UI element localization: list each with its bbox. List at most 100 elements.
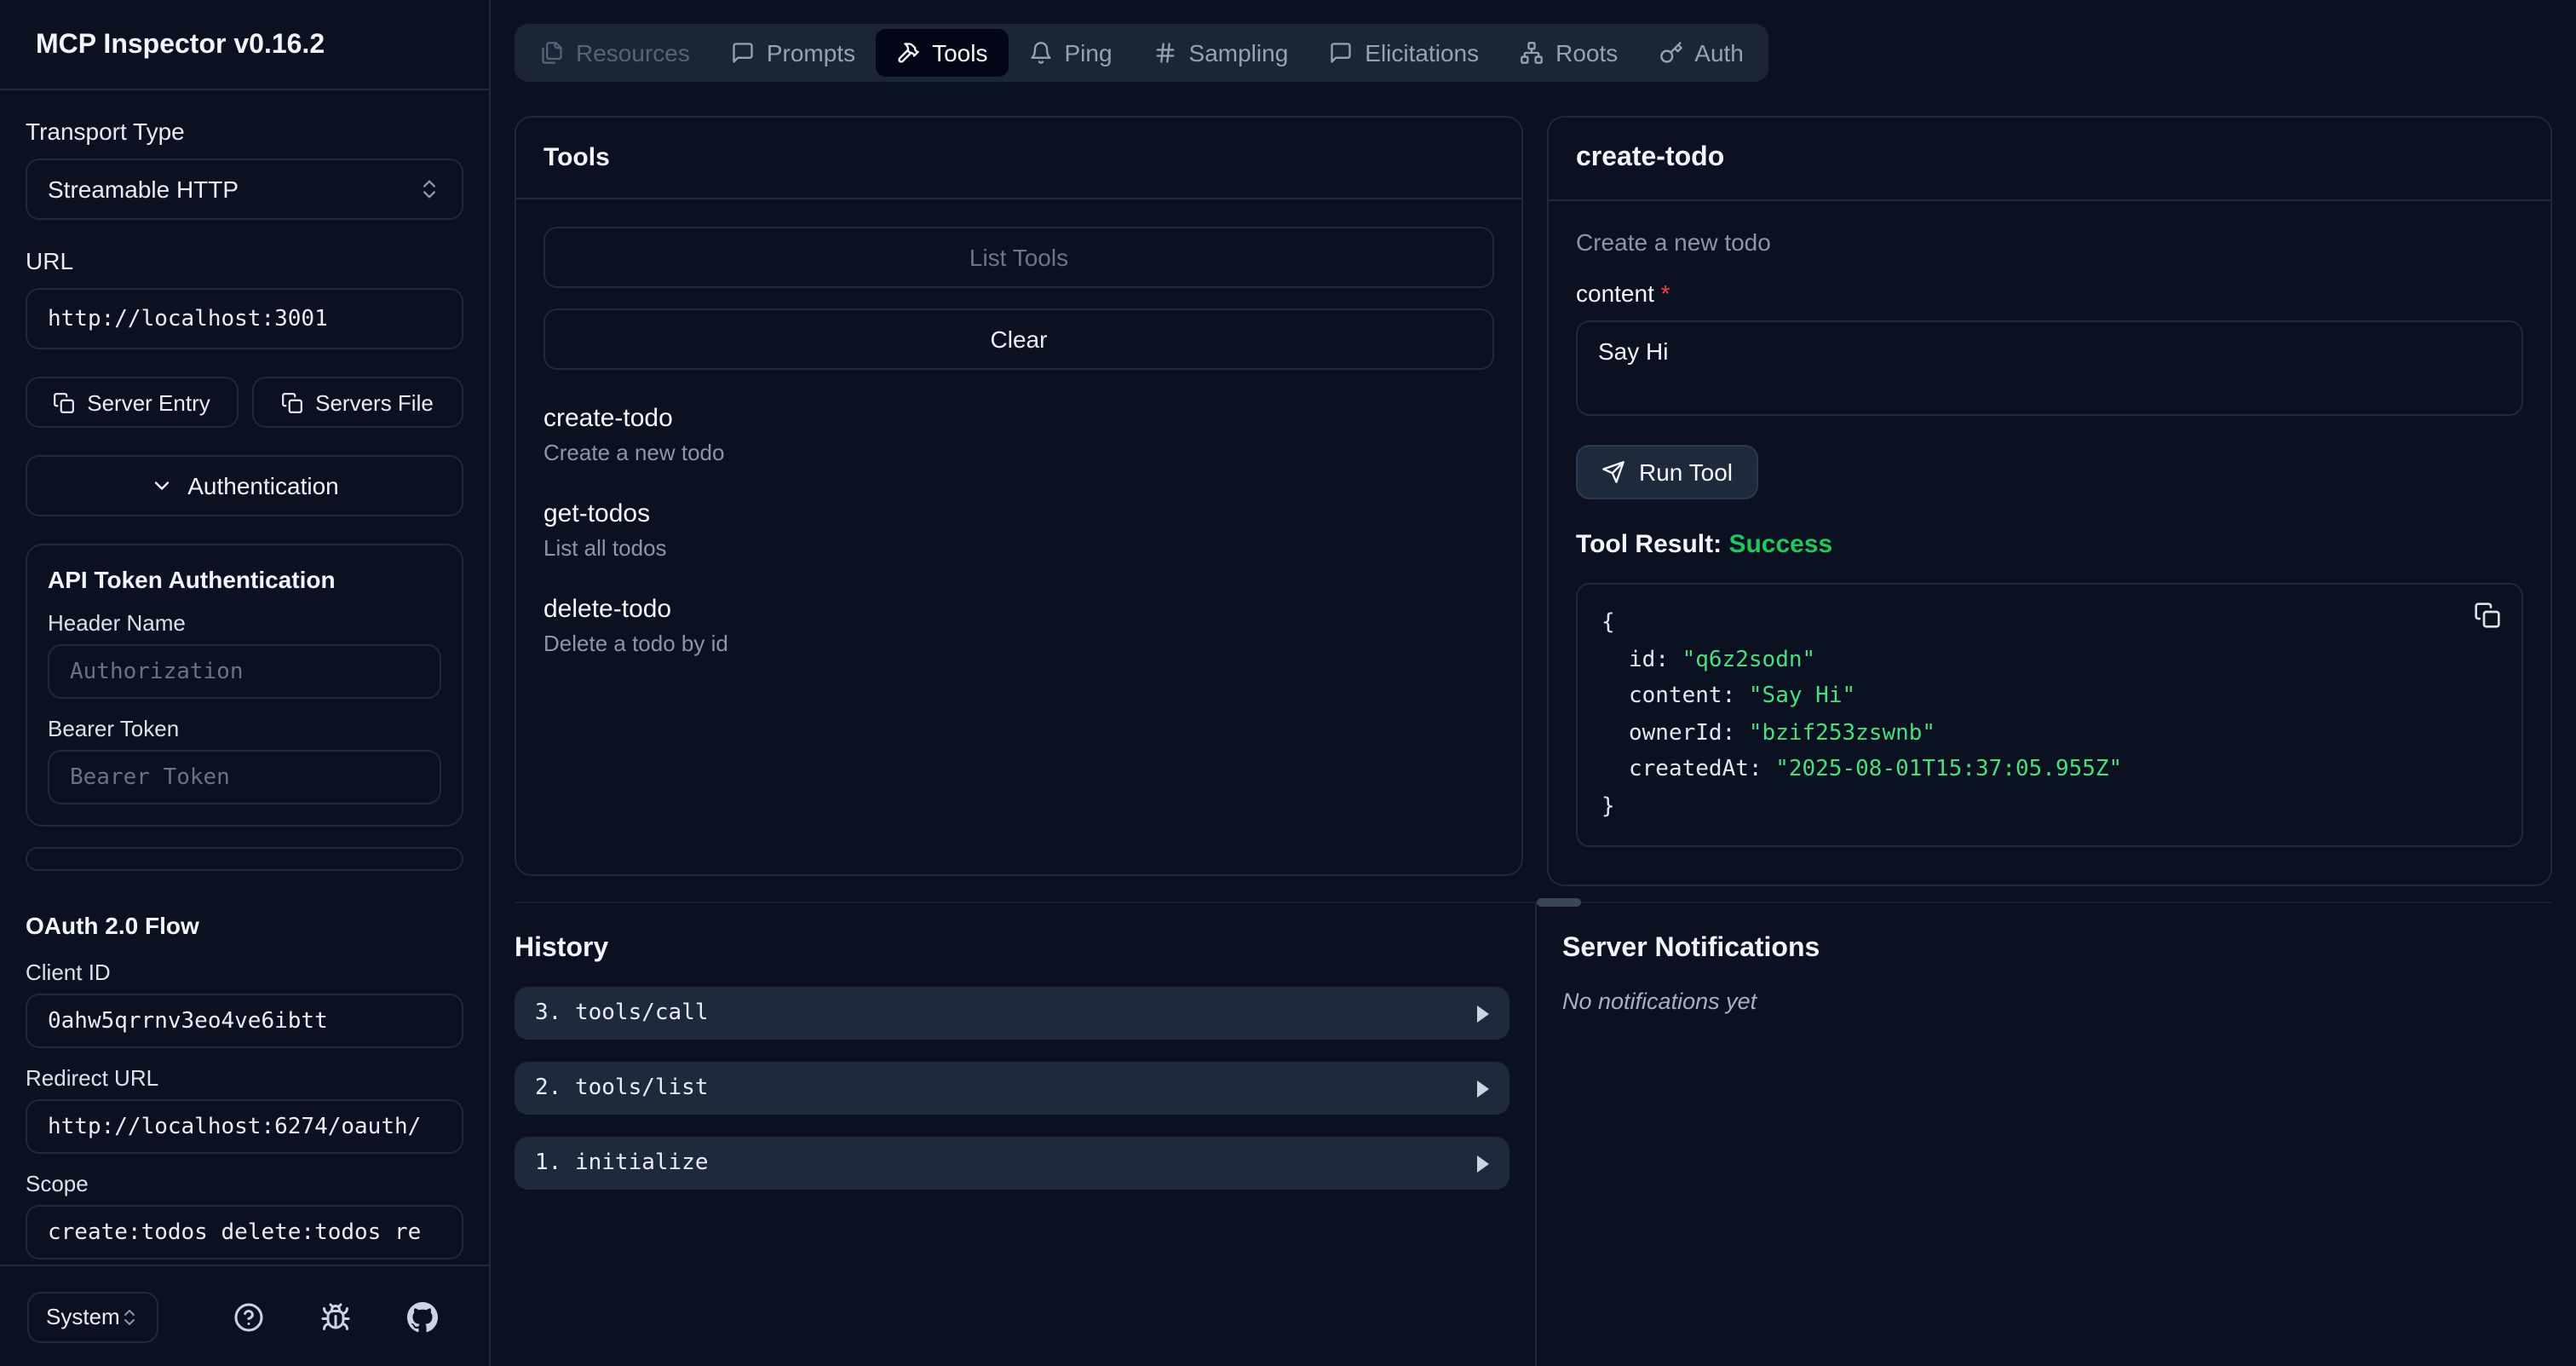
tool-name: delete-todo xyxy=(543,595,1494,624)
tool-list-item[interactable]: delete-todo Delete a todo by id xyxy=(543,595,1494,656)
api-token-section: API Token Authentication Header Name Bea… xyxy=(26,544,463,827)
json-line: ownerId: "bzif253zswnb" xyxy=(1601,715,2498,752)
app-window: MCP Inspector v0.16.2 Transport Type Str… xyxy=(0,0,2576,1366)
history-entry-label: 1. initialize xyxy=(535,1150,709,1176)
copy-icon xyxy=(2474,602,2501,629)
header-name-label: Header Name xyxy=(48,610,441,636)
client-id-input[interactable] xyxy=(48,1008,441,1034)
tool-name: create-todo xyxy=(543,404,1494,433)
tab-label: Auth xyxy=(1694,39,1744,66)
tab-label: Prompts xyxy=(767,39,855,66)
history-panel: History 3. tools/call 2. tools/list 1. i… xyxy=(491,903,1535,1366)
url-input[interactable] xyxy=(48,306,441,331)
notifications-title: Server Notifications xyxy=(1562,934,2576,965)
tab-prompts[interactable]: Prompts xyxy=(710,29,876,77)
theme-select[interactable]: System xyxy=(27,1291,159,1342)
tab-sampling[interactable]: Sampling xyxy=(1133,29,1309,77)
content-textarea[interactable]: Say Hi xyxy=(1576,320,2523,416)
url-field-wrap xyxy=(26,288,463,349)
github-button[interactable] xyxy=(394,1288,452,1346)
tool-list-item[interactable]: create-todo Create a new todo xyxy=(543,404,1494,465)
json-key: content xyxy=(1629,683,1722,709)
json-line: createdAt: "2025-08-01T15:37:05.955Z" xyxy=(1601,752,2498,788)
tool-description: Create a new todo xyxy=(543,440,1494,465)
content-field-label: content * xyxy=(1576,280,2523,307)
bearer-token-input[interactable] xyxy=(70,764,419,790)
chevrons-up-down-icon xyxy=(120,1306,141,1327)
servers-file-button[interactable]: Servers File xyxy=(251,377,463,428)
horizontal-divider xyxy=(515,902,2552,903)
tools-panel: Tools List Tools Clear create-todo Creat… xyxy=(515,116,1523,876)
sidebar: MCP Inspector v0.16.2 Transport Type Str… xyxy=(0,0,491,1366)
tab-label: Sampling xyxy=(1189,39,1289,66)
json-key: id xyxy=(1629,647,1655,672)
json-value: "Say Hi" xyxy=(1749,683,1855,709)
message-square-icon xyxy=(731,41,755,65)
tab-label: Tools xyxy=(932,39,987,66)
transport-type-label: Transport Type xyxy=(26,118,463,145)
history-entry[interactable]: 2. tools/list xyxy=(515,1062,1509,1115)
footer-icons xyxy=(221,1288,481,1346)
notifications-empty-message: No notifications yet xyxy=(1562,988,2576,1014)
tool-list-item[interactable]: get-todos List all todos xyxy=(543,499,1494,561)
result-json-block: { id: "q6z2sodn" content: "Say Hi" owner… xyxy=(1576,583,2523,847)
chevrons-up-down-icon xyxy=(417,177,441,201)
clear-button[interactable]: Clear xyxy=(543,308,1494,370)
tab-roots[interactable]: Roots xyxy=(1499,29,1638,77)
tool-result-status: Success xyxy=(1728,530,1832,559)
oauth-title: OAuth 2.0 Flow xyxy=(26,912,463,939)
copy-result-button[interactable] xyxy=(2474,602,2501,642)
scope-label: Scope xyxy=(26,1171,463,1196)
bottom-section: History 3. tools/call 2. tools/list 1. i… xyxy=(491,903,2576,1366)
help-button[interactable] xyxy=(221,1288,279,1346)
json-line: id: "q6z2sodn" xyxy=(1601,642,2498,678)
tool-name: get-todos xyxy=(543,499,1494,528)
scope-field-wrap xyxy=(26,1205,463,1259)
history-entry-label: 3. tools/call xyxy=(535,1000,709,1026)
history-entry-label: 2. tools/list xyxy=(535,1075,709,1101)
history-title: History xyxy=(515,934,1535,965)
main-area: Resources Prompts Tools Ping Sampling El… xyxy=(491,0,2576,1366)
tab-label: Roots xyxy=(1555,39,1618,66)
app-title: MCP Inspector v0.16.2 xyxy=(36,31,453,61)
run-tool-label: Run Tool xyxy=(1639,458,1733,486)
panels-row: Tools List Tools Clear create-todo Creat… xyxy=(515,116,2552,886)
key-icon xyxy=(1659,41,1682,65)
network-icon xyxy=(1520,41,1544,65)
resize-handle[interactable] xyxy=(1537,898,1581,907)
debug-button[interactable] xyxy=(308,1288,365,1346)
copy-icon xyxy=(281,391,303,413)
json-open-brace: { xyxy=(1601,605,2498,642)
header-name-input[interactable] xyxy=(70,659,419,684)
history-entry[interactable]: 1. initialize xyxy=(515,1137,1509,1190)
server-entry-label: Server Entry xyxy=(87,389,210,415)
tab-resources[interactable]: Resources xyxy=(520,29,710,77)
server-entry-button[interactable]: Server Entry xyxy=(26,377,238,428)
tab-ping[interactable]: Ping xyxy=(1008,29,1132,77)
bearer-token-label: Bearer Token xyxy=(48,716,441,741)
message-square-icon xyxy=(1329,41,1353,65)
json-key: ownerId xyxy=(1629,720,1722,746)
field-label-text: content xyxy=(1576,280,1654,307)
tool-result-label: Tool Result: xyxy=(1576,530,1728,559)
expand-arrow-icon xyxy=(1477,1155,1489,1172)
sidebar-body: Transport Type Streamable HTTP URL Serve… xyxy=(0,90,489,1265)
clipped-section-box xyxy=(26,847,463,871)
tool-detail-title: create-todo xyxy=(1549,118,2550,201)
history-entry[interactable]: 3. tools/call xyxy=(515,987,1509,1040)
tab-tools[interactable]: Tools xyxy=(876,29,1008,77)
send-icon xyxy=(1601,460,1625,484)
authentication-toggle[interactable]: Authentication xyxy=(26,455,463,516)
servers-file-label: Servers File xyxy=(315,389,434,415)
required-marker: * xyxy=(1661,280,1670,307)
transport-type-select[interactable]: Streamable HTTP xyxy=(26,159,463,220)
list-tools-button[interactable]: List Tools xyxy=(543,227,1494,288)
tab-auth[interactable]: Auth xyxy=(1638,29,1764,77)
scope-input[interactable] xyxy=(48,1219,441,1245)
tab-elicitations[interactable]: Elicitations xyxy=(1308,29,1499,77)
redirect-url-input[interactable] xyxy=(48,1114,441,1139)
expand-arrow-icon xyxy=(1477,1005,1489,1022)
hammer-icon xyxy=(896,41,920,65)
run-tool-button[interactable]: Run Tool xyxy=(1576,445,1758,499)
json-line: content: "Say Hi" xyxy=(1601,678,2498,715)
